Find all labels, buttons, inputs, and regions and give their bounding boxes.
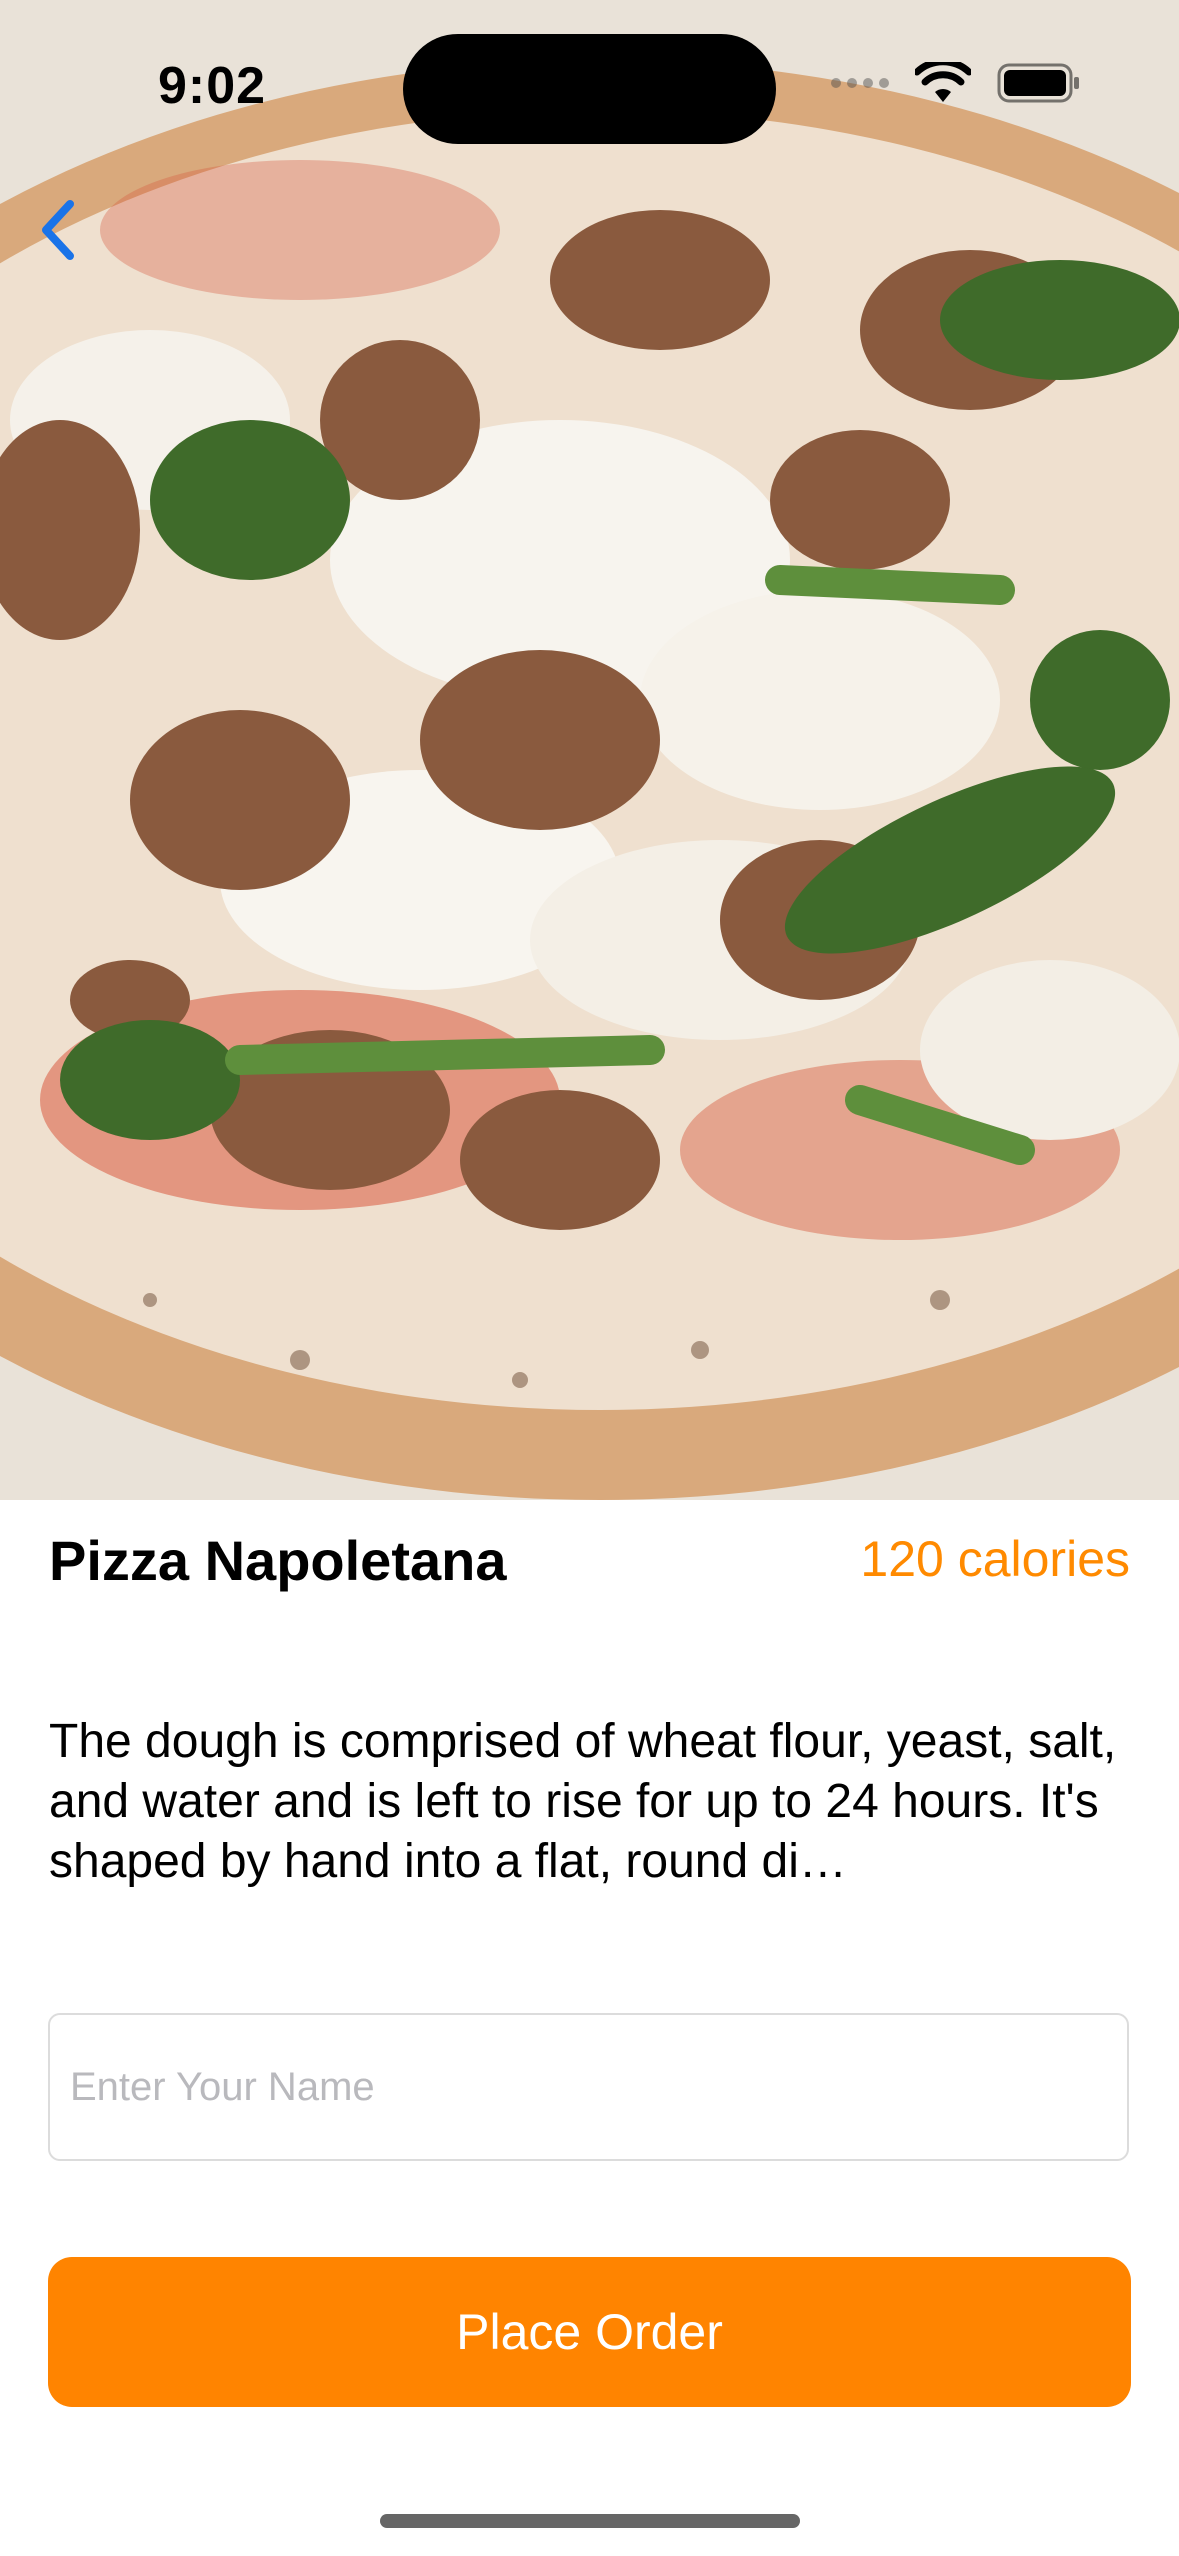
pizza-illustration: [0, 0, 1179, 1500]
chevron-left-icon: [42, 200, 74, 260]
calories-label: 120 calories: [860, 1531, 1130, 1587]
cellular-signal-icon: [831, 78, 889, 88]
dynamic-island: [403, 34, 776, 144]
home-indicator: [380, 2514, 800, 2528]
status-bar-icons: [831, 62, 1081, 104]
pizza-hero-image: [0, 0, 1179, 1500]
product-title: Pizza Napoletana: [49, 1529, 507, 1592]
wifi-icon: [915, 62, 971, 102]
back-button[interactable]: [18, 190, 98, 270]
battery-icon: [997, 63, 1079, 103]
name-input[interactable]: [48, 2013, 1129, 2161]
place-order-button[interactable]: Place Order: [48, 2257, 1131, 2407]
product-description: The dough is comprised of wheat flour, y…: [49, 1715, 1117, 1888]
status-bar-time: 9:02: [158, 57, 267, 115]
